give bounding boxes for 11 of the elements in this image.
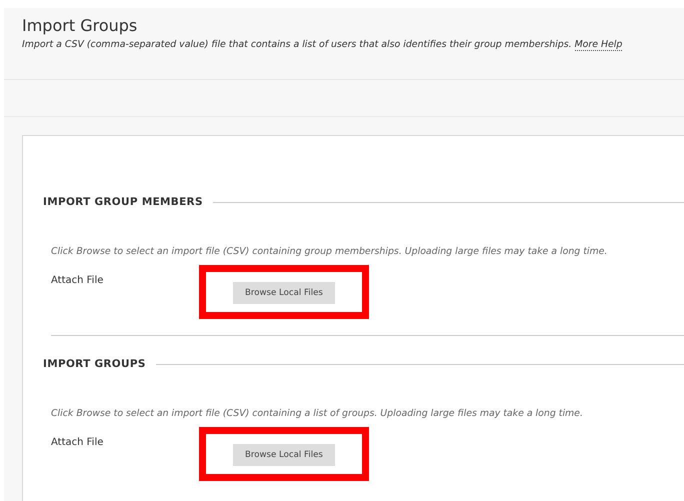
instructions-text: Click Browse to select an import file (CSV) containing a list of groups. Uploading large files may take a long time.	[51, 408, 584, 419]
browse-button[interactable]: Browse Local Files	[233, 444, 335, 466]
field-label: Attach File	[51, 275, 104, 286]
page-title: Import Groups	[22, 16, 138, 35]
field-label: Attach File	[51, 437, 104, 448]
section-heading: IMPORT GROUP MEMBERS	[43, 196, 203, 208]
page-description: Import a CSV (comma-separated value) file that contains a list of users that also identifies their group memberships. More Help	[22, 39, 624, 50]
help-link[interactable]: More Help	[574, 39, 622, 51]
browse-button[interactable]: Browse Local Files	[233, 282, 335, 304]
instructions-text: Click Browse to select an import file (CSV) containing group memberships. Uploading large files may take a long time.	[51, 246, 608, 257]
section-heading: IMPORT GROUPS	[43, 358, 146, 370]
